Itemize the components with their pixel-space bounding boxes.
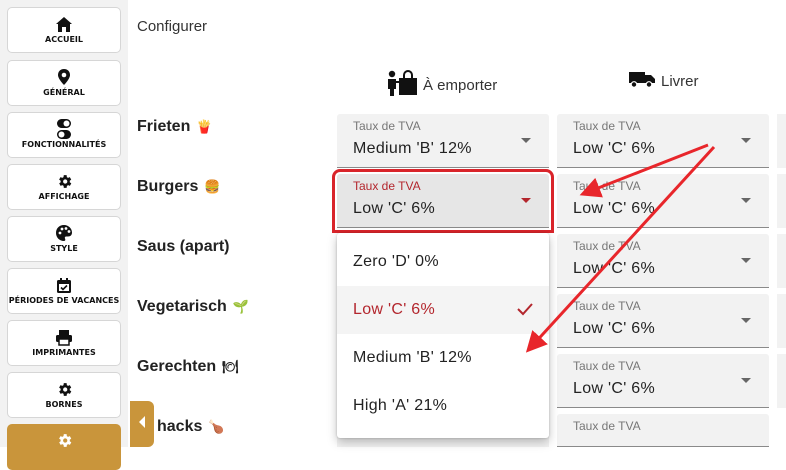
map-pin-icon xyxy=(57,68,71,86)
sidebar-item-imprimantes[interactable]: IMPRIMANTES xyxy=(7,320,121,366)
select-label: Taux de TVA xyxy=(573,119,641,133)
select-label: Taux de TVA xyxy=(353,179,421,193)
option-label: Low 'C' 6% xyxy=(353,301,436,318)
column-label: À emporter xyxy=(423,76,498,94)
vat-select-third-column[interactable] xyxy=(777,294,786,348)
gear-icon xyxy=(56,380,73,398)
check-icon xyxy=(517,302,533,321)
sidebar: ACCUEIL GÉNÉRAL FONCTIONNALITÉS AFFICHAG… xyxy=(0,0,128,470)
sidebar-item-label: ACCUEIL xyxy=(45,35,83,44)
vat-dropdown-menu: Zero 'D' 0% Low 'C' 6% Medium 'B' 12% Hi… xyxy=(337,233,549,438)
select-value: Low 'C' 6% xyxy=(573,140,656,157)
vat-select-burgers-takeaway[interactable]: Taux de TVA Low 'C' 6% xyxy=(332,169,554,233)
gear-icon xyxy=(56,172,73,190)
dropdown-option-high[interactable]: High 'A' 21% xyxy=(337,382,549,430)
sidebar-item-label: GÉNÉRAL xyxy=(43,88,85,97)
option-label: Zero 'D' 0% xyxy=(353,253,439,270)
category-row-snacks: hacks 🍗 xyxy=(157,418,225,436)
category-row-gerechten: Gerechten 🍽 xyxy=(137,358,239,376)
sidebar-item-style[interactable]: STYLE xyxy=(7,216,121,262)
fries-icon: 🍟 xyxy=(196,119,213,134)
dropdown-option-medium[interactable]: Medium 'B' 12% xyxy=(337,334,549,382)
calendar-icon xyxy=(56,276,72,294)
sidebar-item-bornes[interactable]: BORNES xyxy=(7,372,121,418)
select-label: Taux de TVA xyxy=(573,239,641,253)
sidebar-item-label: BORNES xyxy=(45,400,83,409)
vat-select-burgers-delivery[interactable]: Taux de TVA Low 'C' 6% xyxy=(557,174,769,228)
select-value: Low 'C' 6% xyxy=(573,260,656,277)
sidebar-item-accueil[interactable]: ACCUEIL xyxy=(7,7,121,53)
page-title: Configurer xyxy=(137,18,208,35)
sidebar-item-label: STYLE xyxy=(50,244,78,253)
vat-select-third-column[interactable] xyxy=(777,174,786,228)
vat-select-vegetarisch-delivery[interactable]: Taux de TVA Low 'C' 6% xyxy=(557,294,769,348)
caret-down-icon xyxy=(741,318,751,323)
category-label: hacks xyxy=(157,418,203,435)
select-label: Taux de TVA xyxy=(573,359,641,373)
caret-down-icon xyxy=(741,258,751,263)
caret-down-icon xyxy=(741,138,751,143)
select-label: Taux de TVA xyxy=(573,419,641,433)
sidebar-item-label: PÉRIODES DE VACANCES xyxy=(8,296,120,305)
vat-select-third-column[interactable] xyxy=(777,234,786,288)
select-value: Low 'C' 6% xyxy=(573,320,656,337)
select-value: Low 'C' 6% xyxy=(573,200,656,217)
vat-select-snacks-delivery[interactable]: Taux de TVA xyxy=(557,414,769,447)
caret-down-icon xyxy=(741,378,751,383)
column-header-delivery: Livrer xyxy=(628,70,699,92)
caret-down-icon xyxy=(741,198,751,203)
caret-down-icon xyxy=(521,198,531,203)
caret-down-icon xyxy=(521,138,531,143)
sidebar-item-label: IMPRIMANTES xyxy=(32,348,96,357)
select-value: Medium 'B' 12% xyxy=(353,140,472,157)
sidebar-item-affichage[interactable]: AFFICHAGE xyxy=(7,164,121,210)
category-label: Vegetarisch xyxy=(137,298,227,315)
category-row-burgers: Burgers 🍔 xyxy=(137,178,221,196)
sidebar-item-label: AFFICHAGE xyxy=(38,192,90,201)
sidebar-item-label: FONCTIONNALITÉS xyxy=(21,140,107,149)
vat-select-third-column[interactable] xyxy=(777,114,786,168)
vat-select-saus-delivery[interactable]: Taux de TVA Low 'C' 6% xyxy=(557,234,769,288)
select-label: Taux de TVA xyxy=(573,179,641,193)
select-value: Low 'C' 6% xyxy=(573,380,656,397)
takeaway-icon xyxy=(386,70,418,100)
dropdown-option-low[interactable]: Low 'C' 6% xyxy=(337,286,549,334)
sidebar-item-general[interactable]: GÉNÉRAL xyxy=(7,60,121,106)
home-icon xyxy=(55,15,73,33)
collapse-sidebar-handle[interactable] xyxy=(130,401,154,447)
seedling-icon: 🌱 xyxy=(232,299,250,314)
category-row-vegetarisch: Vegetarisch 🌱 xyxy=(137,298,249,316)
category-label: Frieten xyxy=(137,118,191,135)
category-label: Gerechten xyxy=(137,358,217,375)
palette-icon xyxy=(55,224,73,242)
category-label: Saus (apart) xyxy=(137,238,230,255)
vat-select-gerechten-delivery[interactable]: Taux de TVA Low 'C' 6% xyxy=(557,354,769,408)
select-label: Taux de TVA xyxy=(573,299,641,313)
vat-select-frieten-takeaway[interactable]: Taux de TVA Medium 'B' 12% xyxy=(337,114,549,168)
column-label: Livrer xyxy=(661,72,699,90)
category-row-frieten: Frieten 🍟 xyxy=(137,118,213,136)
category-row-saus: Saus (apart) xyxy=(137,238,229,256)
burger-icon: 🍔 xyxy=(204,179,221,194)
printer-icon xyxy=(55,328,73,346)
vat-select-frieten-delivery[interactable]: Taux de TVA Low 'C' 6% xyxy=(557,114,769,168)
sidebar-item-fonctionnalites[interactable]: FONCTIONNALITÉS xyxy=(7,112,121,158)
chevron-left-icon xyxy=(137,415,147,434)
column-header-takeaway: À emporter xyxy=(386,70,497,100)
plate-icon: 🍽 xyxy=(222,359,239,374)
sidebar-item-periodes[interactable]: PÉRIODES DE VACANCES xyxy=(7,268,121,314)
select-label: Taux de TVA xyxy=(353,119,421,133)
category-label: Burgers xyxy=(137,178,199,195)
sidebar-item-active[interactable] xyxy=(7,424,121,470)
option-label: High 'A' 21% xyxy=(353,397,448,414)
select-value: Low 'C' 6% xyxy=(353,200,436,217)
gear-icon xyxy=(56,431,73,449)
drumstick-icon: 🍗 xyxy=(208,419,225,434)
option-label: Medium 'B' 12% xyxy=(353,349,472,366)
vat-select-third-column[interactable] xyxy=(777,354,786,408)
toggle-icon xyxy=(56,119,72,139)
dropdown-option-zero[interactable]: Zero 'D' 0% xyxy=(337,238,549,286)
delivery-truck-icon xyxy=(628,70,656,92)
